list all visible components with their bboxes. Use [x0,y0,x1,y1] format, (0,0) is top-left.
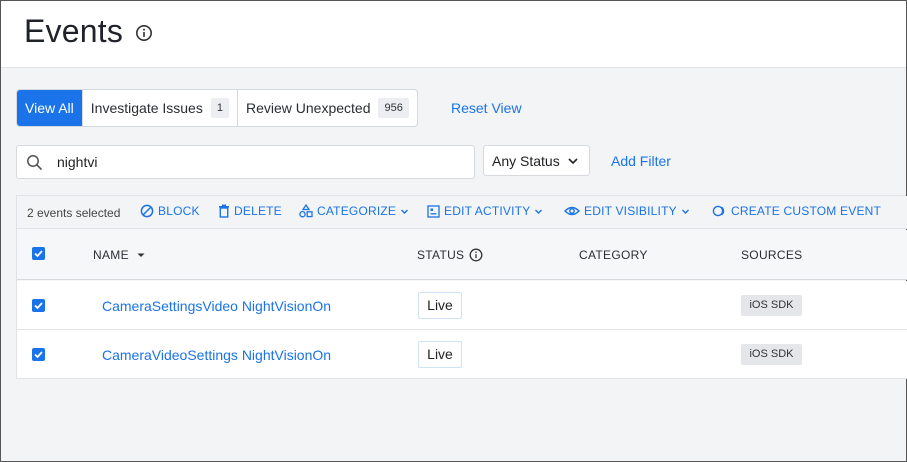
column-status-label: STATUS [417,248,465,262]
count-badge: 1 [210,98,229,118]
check-icon [34,302,43,310]
edit-activity-label: EDIT ACTIVITY [444,204,531,218]
source-badge: iOS SDK [741,295,802,316]
column-category-label: CATEGORY [579,248,648,262]
status-dropdown-label: Any Status [492,152,560,169]
tab-label: Investigate Issues [90,100,203,116]
row-checkbox[interactable] [32,299,45,312]
edit-activity-button[interactable]: EDIT ACTIVITY [427,204,543,218]
block-button[interactable]: BLOCK [140,204,200,218]
info-circle-icon[interactable] [469,248,483,262]
chevron-down-icon [535,209,543,214]
status-badge: Live [418,292,462,319]
sort-down-icon [137,253,145,257]
table-header: NAME STATUS CATEGORY SOURCES [17,230,907,280]
delete-label: DELETE [234,204,282,218]
view-tabs: View All Investigate Issues 1 Review Une… [16,89,418,127]
create-custom-event-button[interactable]: CREATE CUSTOM EVENT [711,204,881,218]
column-name-label: NAME [93,248,129,262]
source-badge: iOS SDK [741,344,802,365]
row-checkbox[interactable] [32,348,45,361]
chevron-down-icon [401,209,409,214]
column-header-sources[interactable]: SOURCES [741,248,802,262]
search-icon [27,155,43,171]
tab-investigate-issues[interactable]: Investigate Issues 1 [83,90,238,126]
table-row[interactable]: CameraVideoSettings NightVisionOn Live i… [17,330,907,379]
count-badge: 956 [378,98,409,118]
custom-event-icon [712,205,725,217]
page-title: Events [24,13,124,49]
tab-label: Review Unexpected [245,100,371,116]
event-name-link[interactable]: CameraSettingsVideo NightVisionOn [102,298,331,314]
status-badge: Live [418,341,462,368]
reset-view-link[interactable]: Reset View [451,100,522,116]
tab-review-unexpected[interactable]: Review Unexpected 956 [238,90,417,126]
shapes-icon [299,204,313,218]
column-sources-label: SOURCES [741,248,803,262]
table-row[interactable]: CameraSettingsVideo NightVisionOn Live i… [17,281,907,330]
tab-label: View All [25,100,74,116]
status-dropdown[interactable]: Any Status [483,145,590,176]
check-icon [34,250,43,258]
search-input[interactable] [57,152,457,172]
delete-button[interactable]: DELETE [218,204,282,218]
block-label: BLOCK [158,204,200,218]
page-header: Events [1,1,906,68]
column-header-name[interactable]: NAME [93,248,147,262]
info-circle-icon[interactable] [135,24,153,42]
chevron-down-icon [681,209,689,214]
column-header-status[interactable]: STATUS [417,248,483,262]
edit-visibility-button[interactable]: EDIT VISIBILITY [564,204,690,218]
check-icon [34,351,43,359]
edit-visibility-label: EDIT VISIBILITY [584,204,677,218]
column-header-category[interactable]: CATEGORY [579,248,648,262]
bulk-actions-toolbar: 2 events selected BLOCK DELETE CATEGORIZ [17,196,907,229]
search-box [16,145,475,179]
edit-activity-icon [427,204,440,218]
categorize-button[interactable]: CATEGORIZE [299,204,409,218]
chevron-down-icon [568,158,578,165]
trash-icon [219,204,229,218]
event-name-link[interactable]: CameraVideoSettings NightVisionOn [102,347,331,363]
block-icon [140,204,154,218]
selected-count: 2 events selected [27,206,121,220]
tab-view-all[interactable]: View All [17,90,83,126]
select-all-checkbox[interactable] [32,247,45,260]
eye-icon [564,206,580,216]
add-filter-link[interactable]: Add Filter [611,153,671,169]
categorize-label: CATEGORIZE [317,204,397,218]
events-table: 2 events selected BLOCK DELETE CATEGORIZ [16,195,907,379]
create-custom-event-label: CREATE CUSTOM EVENT [731,204,882,218]
